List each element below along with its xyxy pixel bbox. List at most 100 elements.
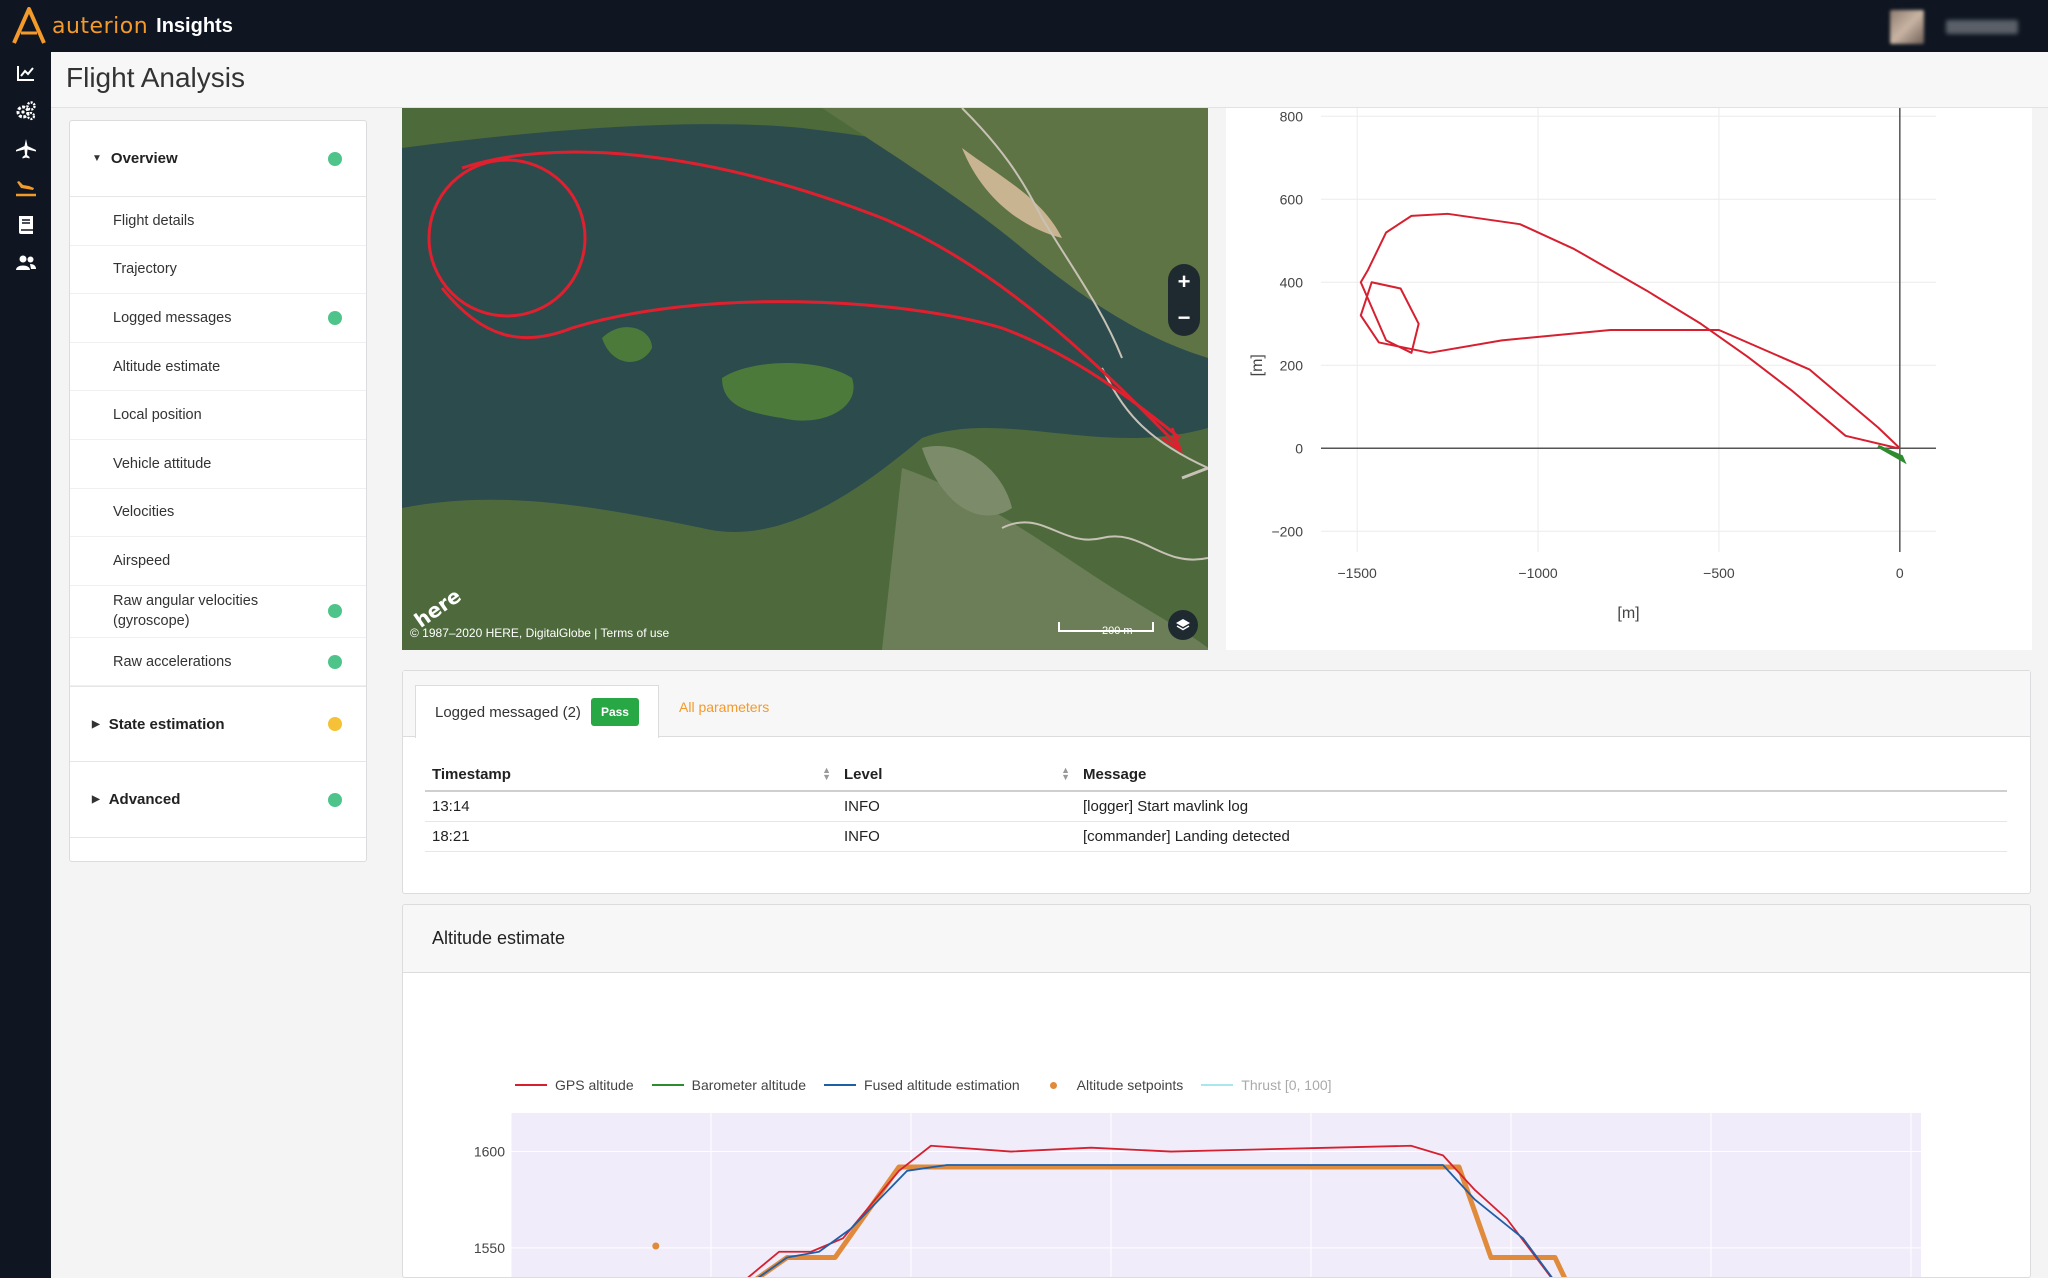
tab-logged-messages[interactable]: Logged messaged (2) Pass <box>415 685 659 738</box>
status-dot <box>328 310 342 325</box>
y-tick-label: 200 <box>1280 357 1304 373</box>
logged-messages-panel: Logged messaged (2) Pass All parameters … <box>402 670 2031 894</box>
analysis-menu: ▼ Overview Flight details Trajectory Log… <box>69 120 367 862</box>
y-tick-label: 0 <box>1295 440 1303 456</box>
nav-analytics[interactable] <box>0 54 51 92</box>
column-label: Timestamp <box>432 766 511 783</box>
caret-right-icon: ▶ <box>92 794 100 806</box>
cell-level: INFO <box>837 821 1076 852</box>
nav-vehicles[interactable] <box>0 130 51 168</box>
altitude-chart[interactable]: 1600 1550 <box>403 905 2031 1278</box>
column-header-message[interactable]: Message <box>1076 759 2007 792</box>
username-blurred[interactable] <box>1946 20 2018 34</box>
plot-area <box>511 1113 1921 1277</box>
altitude-estimate-panel: Altitude estimate GPS altitude Barometer… <box>402 904 2031 1278</box>
menu-item-vehicle-attitude[interactable]: Vehicle attitude <box>70 440 366 489</box>
menu-item-label: Velocities <box>113 504 175 521</box>
cell-message: [commander] Landing detected <box>1076 821 2007 852</box>
menu-item-altitude-estimate[interactable]: Altitude estimate <box>70 343 366 392</box>
trajectory-plot[interactable]: −1500 −1000 −500 0 800 600 400 200 0 −200 [m] [m] <box>1226 108 2032 650</box>
flight-track <box>427 150 1183 454</box>
menu-item-raw-accelerations[interactable]: Raw accelerations <box>70 638 366 687</box>
nav-flights[interactable] <box>0 168 51 206</box>
x-tick-label: 0 <box>1896 565 1904 581</box>
zoom-controls: + − <box>1168 264 1200 336</box>
cell-timestamp: 18:21 <box>425 821 837 852</box>
section-advanced[interactable]: ▶ Advanced <box>70 762 366 839</box>
page-header: Flight Analysis <box>51 52 2048 108</box>
status-dot <box>328 792 342 807</box>
users-icon <box>15 255 36 270</box>
menu-item-flight-details[interactable]: Flight details <box>70 197 366 246</box>
cogs-icon <box>16 101 36 121</box>
status-dot <box>328 717 342 732</box>
brand-name: auterion <box>52 13 149 39</box>
column-header-level[interactable]: Level ▲ ▼ <box>837 759 1076 792</box>
caret-right-icon: ▶ <box>92 718 100 730</box>
cell-timestamp: 13:14 <box>425 791 837 822</box>
menu-item-label: Raw angular velocities (gyroscope) <box>113 593 259 630</box>
side-nav <box>0 52 51 1278</box>
status-dot <box>328 604 342 619</box>
chart-line-icon <box>16 66 34 81</box>
brand-logo[interactable]: auterion Insights <box>12 0 233 52</box>
plane-icon <box>15 139 36 159</box>
top-bar: auterion Insights <box>0 0 2048 52</box>
zoom-out-button[interactable]: − <box>1178 305 1191 331</box>
menu-item-label: Trajectory <box>113 261 177 278</box>
menu-item-label: Vehicle attitude <box>113 455 212 472</box>
column-header-timestamp[interactable]: Timestamp ▲ ▼ <box>425 759 837 792</box>
status-badge: Pass <box>590 698 639 726</box>
zoom-in-button[interactable]: + <box>1178 269 1191 295</box>
column-label: Level <box>844 766 883 783</box>
menu-item-airspeed[interactable]: Airspeed <box>70 537 366 586</box>
menu-item-logged-messages[interactable]: Logged messages <box>70 294 366 343</box>
caret-down-icon: ▼ <box>92 153 102 164</box>
section-label: State estimation <box>108 715 225 733</box>
y-tick-label: 400 <box>1280 274 1304 290</box>
status-dot <box>328 654 342 669</box>
nav-settings[interactable] <box>0 92 51 130</box>
menu-item-label: Logged messages <box>113 309 232 326</box>
x-tick-label: −1000 <box>1518 565 1558 581</box>
satellite-map[interactable]: + − here © 1987–2020 HERE, DigitalGlobe … <box>402 108 1208 650</box>
layers-button[interactable] <box>1168 610 1198 640</box>
trajectory-series <box>1359 212 1901 450</box>
tab-bar: Logged messaged (2) Pass All parameters <box>403 671 2030 738</box>
sort-icon: ▲ ▼ <box>822 765 831 782</box>
y-tick-label: 1600 <box>474 1144 505 1160</box>
x-tick-label: −500 <box>1703 565 1735 581</box>
menu-item-label: Raw accelerations <box>113 653 232 670</box>
y-axis-label: [m] <box>1249 354 1266 376</box>
y-tick-label: 1550 <box>474 1240 505 1256</box>
menu-item-trajectory[interactable]: Trajectory <box>70 246 366 295</box>
menu-item-local-position[interactable]: Local position <box>70 391 366 440</box>
table-row: 18:21 INFO [commander] Landing detected <box>425 821 2007 852</box>
menu-item-raw-angular-velocities[interactable]: Raw angular velocities (gyroscope) <box>70 586 366 638</box>
y-tick-label: 600 <box>1280 191 1304 207</box>
page-title: Flight Analysis <box>66 62 245 93</box>
menu-item-velocities[interactable]: Velocities <box>70 489 366 538</box>
layers-icon <box>1176 619 1190 631</box>
nav-logs[interactable] <box>0 206 51 244</box>
map-attribution[interactable]: © 1987–2020 HERE, DigitalGlobe | Terms o… <box>410 626 669 640</box>
menu-item-label: Flight details <box>113 212 195 229</box>
trajectory-chart: −1500 −1000 −500 0 800 600 400 200 0 −200 [m] [m] <box>1249 108 1936 622</box>
cell-level: INFO <box>837 791 1076 822</box>
user-menu[interactable] <box>1890 10 2018 44</box>
section-overview[interactable]: ▼ Overview <box>70 121 366 197</box>
menu-item-label: Altitude estimate <box>113 358 221 375</box>
x-tick-label: −1500 <box>1338 565 1378 581</box>
y-tick-label: −200 <box>1271 523 1303 539</box>
section-state-estimation[interactable]: ▶ State estimation <box>70 686 366 763</box>
tab-all-parameters[interactable]: All parameters <box>679 699 769 715</box>
scale-label: 200 m <box>1102 625 1133 637</box>
book-icon <box>18 216 33 234</box>
nav-users[interactable] <box>0 244 51 282</box>
auterion-logo-icon <box>12 7 46 44</box>
avatar[interactable] <box>1890 10 1924 44</box>
table-row: 13:14 INFO [logger] Start mavlink log <box>425 791 2007 822</box>
x-axis-label: [m] <box>1617 605 1639 622</box>
product-name: Insights <box>156 14 233 37</box>
section-label: Overview <box>110 150 178 167</box>
